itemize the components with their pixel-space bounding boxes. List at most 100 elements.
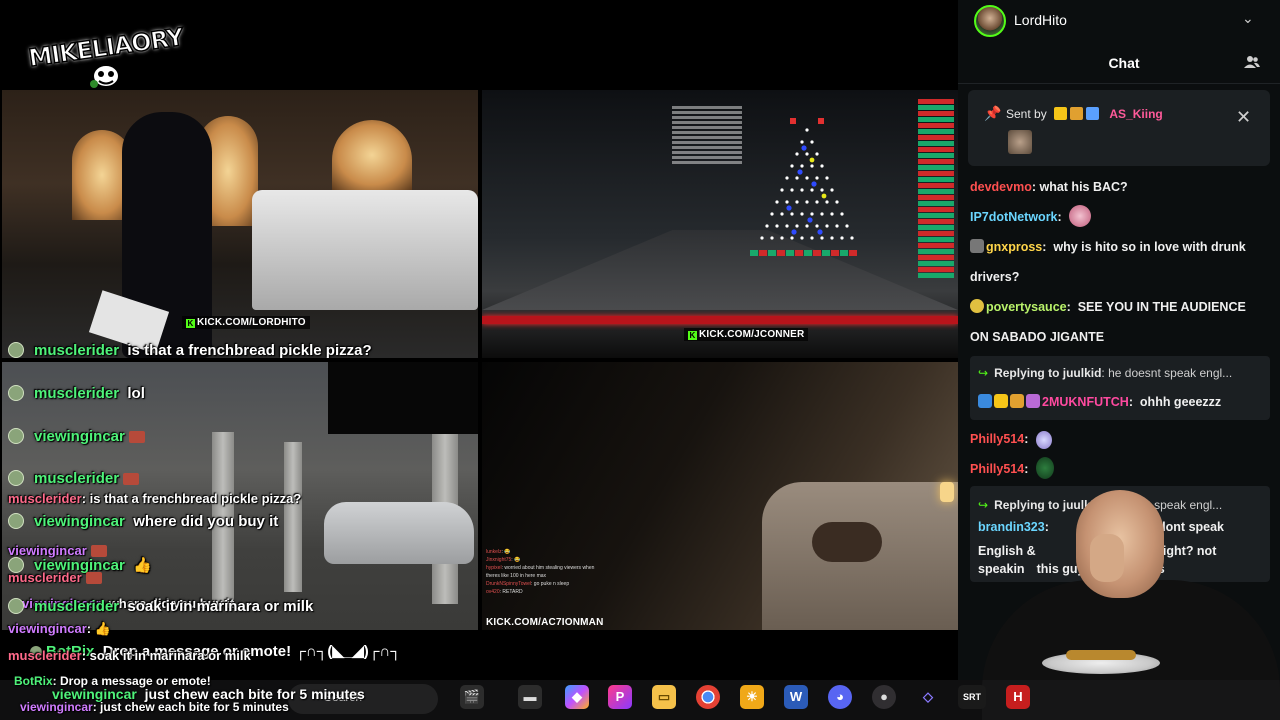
chat-message: 2MUKNFUTCH: ohhh geeezzz bbox=[978, 387, 1274, 417]
pinned-avatar bbox=[1008, 130, 1032, 154]
pinned-label: Sent by bbox=[1006, 107, 1047, 121]
stream-url-text: KICK.COM/LORDHITO bbox=[197, 317, 306, 328]
chevron-down-icon[interactable]: ⌄ bbox=[1242, 10, 1254, 27]
video-tile-lordhito[interactable]: K KICK.COM/LORDHITO bbox=[2, 90, 478, 358]
kick-logo-icon: K bbox=[688, 331, 697, 340]
user-badge-icon bbox=[994, 394, 1008, 408]
building-window bbox=[332, 120, 412, 190]
player-name-column bbox=[918, 98, 954, 298]
sleeping-person bbox=[812, 522, 882, 562]
account-header bbox=[958, 0, 1280, 42]
mini-chat-line: lunkelz: 😂 bbox=[486, 549, 511, 555]
chat-username[interactable]: IP7dotNetwork bbox=[970, 210, 1058, 224]
video-tile-ac7ionman[interactable]: lunkelz: 😂 Jinxnight75: 😂 hypixel: worri… bbox=[482, 362, 958, 630]
video-tile-jconner[interactable]: K KICK.COM/JCONNER bbox=[482, 90, 958, 358]
chat-message: IP7dotNetwork: bbox=[970, 202, 1266, 232]
user-badge-icon bbox=[8, 342, 24, 358]
pin-icon: 📌 bbox=[984, 105, 1002, 121]
users-icon[interactable] bbox=[1244, 55, 1260, 69]
chat-message: Philly514: bbox=[970, 454, 1266, 484]
red-app-icon[interactable]: H bbox=[1006, 685, 1030, 709]
overlay-chat-message: musclerider bbox=[8, 570, 102, 585]
chat-username[interactable]: Philly514 bbox=[970, 462, 1024, 476]
folder-icon[interactable]: ▭ bbox=[652, 685, 676, 709]
sun-icon[interactable]: ☀ bbox=[740, 685, 764, 709]
plinko-board-icon bbox=[750, 118, 857, 256]
account-name[interactable]: LordHito bbox=[1014, 12, 1067, 28]
overlay-chat-message: musclerider lol bbox=[8, 385, 145, 402]
user-badge-icon bbox=[970, 299, 984, 313]
overlay-chat-message: viewingincar where did you buy it bbox=[8, 513, 278, 530]
user-badge-icon bbox=[8, 513, 24, 529]
food bbox=[1066, 650, 1136, 660]
overlay-chat-message: musclerider soak it in marinara or milk bbox=[8, 598, 313, 615]
task-view-icon[interactable]: ▬ bbox=[518, 685, 542, 709]
emote-icon bbox=[1035, 457, 1054, 479]
user-badges bbox=[1054, 107, 1102, 123]
chat-username[interactable]: Philly514 bbox=[970, 432, 1024, 446]
copilot-icon[interactable]: ◆ bbox=[565, 685, 589, 709]
chat-username[interactable]: gnxpross bbox=[986, 240, 1042, 254]
mini-chat-line: ov420: RETARD bbox=[486, 589, 523, 595]
picsart-icon[interactable]: P bbox=[608, 685, 632, 709]
overlay-chat-message: musclerider bbox=[8, 470, 140, 487]
reply-context[interactable]: ↪ Replying to juulkid: he doesnt speak en… bbox=[978, 366, 1232, 380]
dashboard-light-bar bbox=[482, 316, 958, 324]
obs-icon[interactable]: ● bbox=[872, 685, 896, 709]
chat-title: Chat bbox=[1108, 55, 1140, 71]
channel-logo: MIKELIAORY bbox=[26, 18, 185, 90]
chrome-icon[interactable]: ◉ bbox=[696, 685, 720, 709]
close-icon[interactable]: ✕ bbox=[1236, 107, 1251, 128]
movie-clapper-icon[interactable]: 🎬 bbox=[460, 685, 484, 709]
stream-url-text: KICK.COM/AC7IONMAN bbox=[486, 617, 604, 628]
user-badge-icon bbox=[970, 239, 984, 253]
chat-username[interactable]: povertysauce bbox=[986, 300, 1067, 314]
chat-username[interactable]: 2MUKNFUTCH bbox=[1042, 395, 1129, 409]
srt-icon[interactable]: SRT bbox=[958, 685, 986, 709]
overlay-chat-message: musclerider: is that a frenchbread pickl… bbox=[8, 491, 302, 506]
emote-icon bbox=[128, 431, 145, 443]
pinned-sender[interactable]: AS_Kiing bbox=[1109, 107, 1162, 121]
cartoon-mascot-icon bbox=[90, 64, 120, 88]
pinned-sent-by: Sent by AS_Kiing bbox=[1006, 107, 1163, 123]
user-badge-icon bbox=[1026, 394, 1040, 408]
mini-chat-overlay: lunkelz: 😂 Jinxnight75: 😂 hypixel: worri… bbox=[486, 548, 596, 596]
emote-icon bbox=[1069, 205, 1092, 227]
discord-icon[interactable]: ◕ bbox=[828, 685, 852, 709]
garage-pillar bbox=[284, 442, 302, 592]
pickup-truck bbox=[252, 190, 478, 310]
word-icon[interactable]: W bbox=[784, 685, 808, 709]
streamer-hand bbox=[1090, 534, 1124, 582]
stream-url-text: KICK.COM/JCONNER bbox=[699, 329, 805, 340]
overlay-chat-message: viewingincar: 👍 bbox=[8, 621, 111, 636]
user-badge-icon bbox=[8, 470, 24, 486]
emote-icon bbox=[123, 473, 140, 485]
emote-icon bbox=[1035, 431, 1052, 449]
chat-message: povertysauce: SEE YOU IN THE AUDIENCE ON… bbox=[970, 299, 1246, 344]
chat-message: gnxpross: why is hito so in love with dr… bbox=[970, 239, 1246, 284]
overlay-chat-message: musclerider: soak it in marinara or milk bbox=[8, 648, 251, 663]
stream-url-tag: K KICK.COM/LORDHITO bbox=[182, 316, 310, 329]
camera-inset bbox=[328, 362, 478, 434]
mini-chat-line: DrunkNSpinnyTowel: go puke n sleep bbox=[486, 581, 570, 587]
reply-arrow-icon: ↪ bbox=[978, 366, 989, 380]
linear-icon[interactable]: ◇ bbox=[916, 685, 940, 709]
overlay-chat-message: viewingincar: just chew each bite for 5 … bbox=[20, 700, 289, 714]
kick-logo-icon: K bbox=[186, 319, 195, 328]
pinned-message bbox=[968, 90, 1270, 166]
user-badge-icon bbox=[8, 428, 24, 444]
silver-suv bbox=[324, 502, 474, 564]
overlay-chat-message: viewingincar bbox=[8, 428, 145, 445]
user-badge-icon bbox=[1010, 394, 1024, 408]
stream-url-tag: K KICK.COM/JCONNER bbox=[684, 328, 809, 341]
overlay-chat-message: musclerider is that a frenchbread pickle… bbox=[8, 342, 372, 359]
mini-chat-line: hypixel: worried about him stealing view… bbox=[486, 565, 595, 579]
account-avatar[interactable] bbox=[974, 5, 1006, 37]
user-badge-icon bbox=[978, 394, 992, 408]
chat-username[interactable]: devdevmo bbox=[970, 180, 1032, 194]
lamp bbox=[940, 482, 954, 502]
mini-chat-line: Jinxnight75: 😂 bbox=[486, 557, 521, 563]
user-badge-icon bbox=[8, 598, 24, 614]
emote-icon bbox=[85, 572, 102, 584]
user-badge-icon bbox=[8, 385, 24, 401]
